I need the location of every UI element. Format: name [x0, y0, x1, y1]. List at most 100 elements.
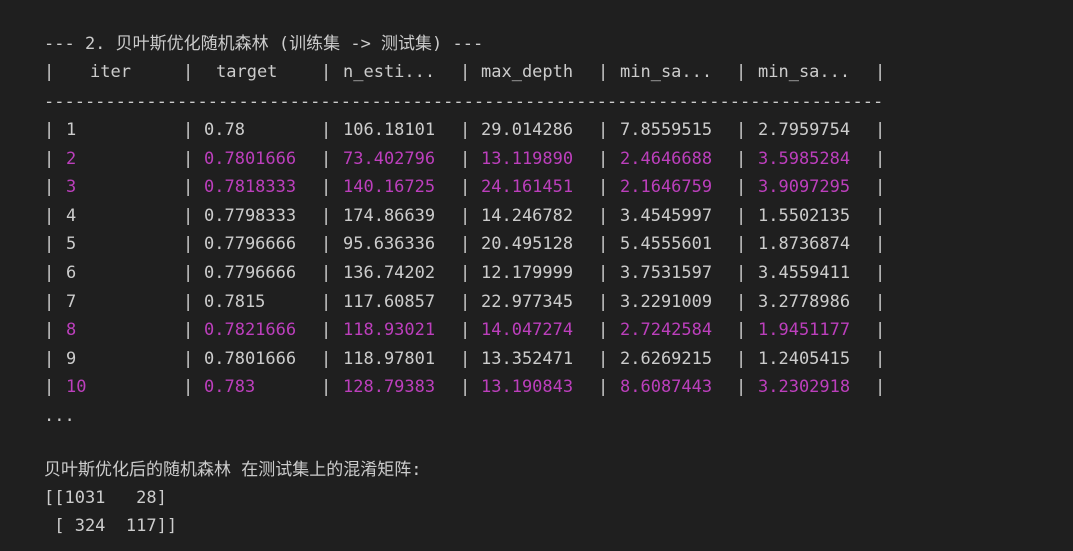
pipe: | [44, 377, 55, 398]
cell-max-depth: 13.190843 [481, 377, 574, 398]
pipe: | [875, 320, 886, 341]
confusion-matrix-line-2: [ 324 117]] [44, 516, 178, 536]
cell-min-samples-1: 2.7242584 [620, 320, 713, 341]
table-row: | | | | | | | 9 0.7801666 118.97801 13.352471 2.626… [44, 345, 894, 373]
pipe: | [321, 177, 332, 198]
pipe: | [875, 120, 886, 140]
pipe: | [875, 291, 886, 312]
cell-iter: 2 [66, 148, 77, 169]
cell-target: 0.7821666 [204, 320, 297, 341]
pipe: | [44, 148, 55, 169]
cell-n-estimators: 174.86639 [343, 205, 436, 226]
pipe: | [44, 263, 55, 283]
cell-n-estimators: 117.60857 [343, 291, 436, 312]
pipe: | [183, 234, 194, 255]
pipe: | [460, 348, 471, 369]
cell-min-samples-2: 1.9451177 [758, 320, 851, 341]
pipe: | [460, 291, 471, 312]
pipe: | [598, 348, 609, 369]
pipe: | [736, 377, 747, 398]
pipe: | [875, 377, 886, 398]
cell-iter: 10 [66, 377, 87, 398]
cell-max-depth: 22.977345 [481, 291, 574, 312]
cell-max-depth: 24.161451 [481, 177, 574, 198]
terminal-output: --- 2. 贝叶斯优化随机森林 (训练集 -> 测试集) --- | iter… [0, 0, 1073, 551]
cell-max-depth: 14.047274 [481, 320, 574, 341]
cell-min-samples-2: 1.8736874 [758, 234, 851, 255]
pipe: | [321, 234, 332, 255]
cell-n-estimators: 140.16725 [343, 177, 436, 198]
pipe: | [44, 120, 55, 140]
header-min-samples-2: min_sa... [758, 62, 851, 82]
pipe: | [44, 62, 55, 82]
pipe: | [875, 205, 886, 226]
cell-min-samples-1: 3.4545997 [620, 205, 713, 226]
pipe: | [44, 348, 55, 369]
cell-min-samples-1: 2.4646688 [620, 148, 713, 169]
confusion-matrix-line-1: [[1031 28] [44, 488, 167, 508]
table-row: | | | | | | | 10 0.783 128.79383 13.190843 8.608744… [44, 373, 894, 401]
cell-min-samples-2: 3.9097295 [758, 177, 851, 198]
cell-n-estimators: 118.97801 [343, 348, 436, 369]
pipe: | [183, 320, 194, 341]
pipe: | [460, 148, 471, 169]
cell-target: 0.78 [204, 120, 245, 140]
pipe: | [875, 62, 886, 82]
pipe: | [321, 120, 332, 140]
pipe: | [44, 177, 55, 198]
cell-iter: 4 [66, 205, 77, 226]
pipe: | [598, 291, 609, 312]
pipe: | [183, 291, 194, 312]
pipe: | [44, 234, 55, 255]
cell-iter: 5 [66, 234, 77, 255]
cell-max-depth: 29.014286 [481, 120, 574, 140]
pipe: | [875, 148, 886, 169]
pipe: | [460, 177, 471, 198]
table-ellipsis: ... [44, 406, 75, 426]
pipe: | [44, 291, 55, 312]
pipe: | [460, 120, 471, 140]
cell-min-samples-1: 2.6269215 [620, 348, 713, 369]
cell-min-samples-2: 3.5985284 [758, 148, 851, 169]
pipe: | [460, 377, 471, 398]
cell-min-samples-1: 8.6087443 [620, 377, 713, 398]
table-row: | | | | | | | 4 0.7798333 174.86639 14.246782 3.454… [44, 202, 894, 230]
table-row: | | | | | | | 1 0.78 106.18101 29.014286 7.8559515 2… [44, 116, 894, 144]
pipe: | [875, 234, 886, 255]
pipe: | [598, 205, 609, 226]
pipe: | [598, 320, 609, 341]
pipe: | [875, 263, 886, 283]
pipe: | [183, 263, 194, 283]
cell-target: 0.7796666 [204, 234, 297, 255]
pipe: | [321, 320, 332, 341]
pipe: | [598, 148, 609, 169]
cell-target: 0.7798333 [204, 205, 297, 226]
pipe: | [598, 377, 609, 398]
pipe: | [460, 205, 471, 226]
header-max-depth: max_depth [481, 62, 574, 82]
cell-min-samples-2: 3.2302918 [758, 377, 851, 398]
table-row: | | | | | | | 7 0.7815 117.60857 22.977345 3.229100… [44, 288, 894, 316]
cell-n-estimators: 128.79383 [343, 377, 436, 398]
cell-iter: 6 [66, 263, 77, 283]
pipe: | [321, 291, 332, 312]
cell-target: 0.7815 [204, 291, 266, 312]
cell-n-estimators: 118.93021 [343, 320, 436, 341]
cell-max-depth: 12.179999 [481, 263, 574, 283]
cell-max-depth: 13.119890 [481, 148, 574, 169]
cell-min-samples-2: 1.2405415 [758, 348, 851, 369]
cell-n-estimators: 136.74202 [343, 263, 436, 283]
table-row: | | | | | | | 5 0.7796666 95.636336 20.495128 5.455… [44, 230, 894, 258]
pipe: | [598, 263, 609, 283]
pipe: | [321, 62, 332, 82]
header-target: target [216, 62, 278, 82]
pipe: | [321, 205, 332, 226]
pipe: | [44, 320, 55, 341]
cell-iter: 3 [66, 177, 77, 198]
cell-n-estimators: 95.636336 [343, 234, 436, 255]
cell-iter: 9 [66, 348, 77, 369]
cell-target: 0.7796666 [204, 263, 297, 283]
cell-max-depth: 13.352471 [481, 348, 574, 369]
pipe: | [460, 320, 471, 341]
confusion-matrix-caption: 贝叶斯优化后的随机森林 在测试集上的混淆矩阵: [44, 460, 422, 480]
